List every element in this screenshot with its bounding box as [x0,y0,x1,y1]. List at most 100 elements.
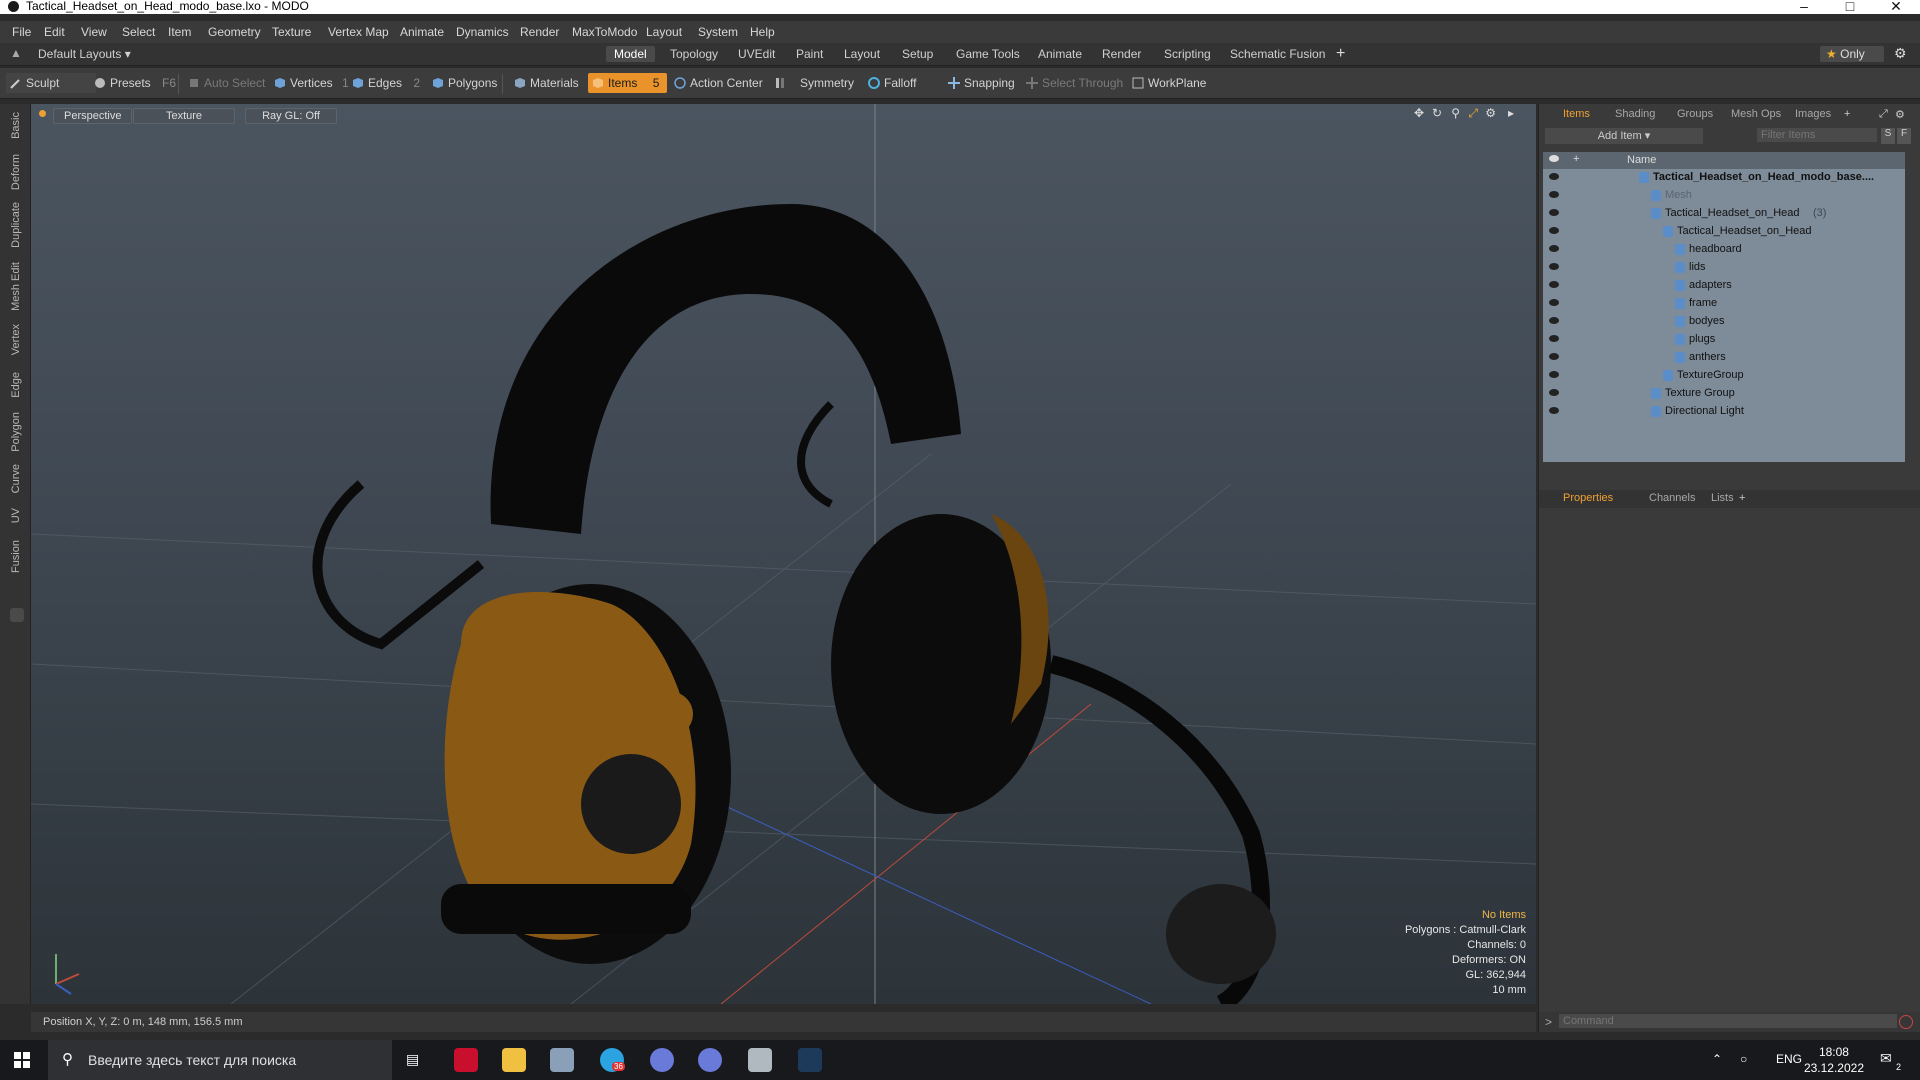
add-panel-tab-icon[interactable]: + [1844,108,1850,120]
vtab-mesh-edit[interactable]: Mesh Edit [10,262,22,311]
menu-item[interactable]: Item [168,25,191,39]
item-tree-row[interactable]: bodyes [1543,313,1905,331]
tab-model[interactable]: Model [606,46,655,62]
tab-paint[interactable]: Paint [788,46,831,62]
items-button[interactable]: Items 5 [588,73,668,93]
item-tree-row[interactable]: Directional Light [1543,403,1905,421]
tray-chevron-icon[interactable]: ⌃ [1712,1052,1722,1066]
paint-icon[interactable] [550,1048,574,1072]
item-tree-row[interactable]: Mesh [1543,187,1905,205]
menu-edit[interactable]: Edit [44,25,65,39]
polygons-button[interactable]: Polygons [428,73,497,93]
add-item-dropdown[interactable]: Add Item ▾ [1545,128,1703,144]
snapping-button[interactable]: Snapping [944,73,1015,93]
panel-expand-icon[interactable]: ⤢ [1879,108,1888,121]
menu-animate[interactable]: Animate [400,25,444,39]
visibility-eye-icon[interactable] [1549,209,1559,216]
item-tree-row[interactable]: adapters [1543,277,1905,295]
filter-f-button[interactable]: F [1897,128,1911,144]
left-panel-toggle[interactable] [10,608,24,622]
modo-taskbar-icon[interactable] [798,1048,822,1072]
menu-texture[interactable]: Texture [272,25,311,39]
vtab-deform[interactable]: Deform [10,154,22,190]
visibility-eye-icon[interactable] [1549,353,1559,360]
item-tree-row[interactable]: frame [1543,295,1905,313]
item-tree-row[interactable]: Tactical_Headset_on_Head_modo_base.... [1543,169,1905,187]
visibility-eye-icon[interactable] [1549,335,1559,342]
visibility-eye-icon[interactable] [1549,389,1559,396]
panel-settings-icon[interactable]: ⚙ [1895,108,1905,121]
item-tree-row[interactable]: Tactical_Headset_on_Head (3) [1543,205,1905,223]
menu-vertex-map[interactable]: Vertex Map [328,25,389,39]
filter-s-button[interactable]: S [1881,128,1895,144]
falloff-button[interactable]: Falloff [864,73,916,93]
filter-items-input[interactable] [1757,128,1877,142]
tab-render[interactable]: Render [1094,46,1149,62]
item-tree-row[interactable]: lids [1543,259,1905,277]
item-tree-row[interactable]: headboard [1543,241,1905,259]
minimize-icon[interactable]: – [1784,0,1824,14]
default-layouts-dropdown[interactable]: Default Layouts ▾ [38,47,131,61]
network-icon[interactable]: ○ [1740,1052,1747,1066]
command-record-icon[interactable] [1899,1015,1913,1029]
item-tree-row[interactable]: Tactical_Headset_on_Head [1543,223,1905,241]
3d-viewport[interactable]: Perspective Texture Ray GL: Off ✥ ↻ ⚲ ⤢ … [31,104,1536,1004]
materials-button[interactable]: Materials [510,73,579,93]
menu-system[interactable]: System [698,25,738,39]
tab-topology[interactable]: Topology [662,46,726,62]
item-tree-row[interactable]: Texture Group [1543,385,1905,403]
command-input[interactable] [1559,1014,1897,1028]
visibility-eye-icon[interactable] [1549,317,1559,324]
layout-pin-icon[interactable]: ▲ [10,46,22,60]
vtab-vertex[interactable]: Vertex [10,324,22,355]
tab-layout[interactable]: Layout [836,46,888,62]
visibility-eye-icon[interactable] [1549,299,1559,306]
tab-properties[interactable]: Properties [1563,492,1613,504]
workplane-button[interactable]: WorkPlane [1128,73,1206,93]
visibility-eye-icon[interactable] [1549,407,1559,414]
tab-uvedit[interactable]: UVEdit [730,46,783,62]
menu-geometry[interactable]: Geometry [208,25,261,39]
menu-file[interactable]: File [12,25,31,39]
notifications-icon[interactable]: ✉ [1880,1050,1892,1067]
item-tree-row[interactable]: TextureGroup [1543,367,1905,385]
tab-mesh-ops[interactable]: Mesh Ops [1731,108,1781,120]
sculpt-button[interactable]: Sculpt [6,73,96,93]
app-icon-2[interactable] [698,1048,722,1072]
auto-select-button[interactable]: Auto Select [184,73,265,93]
menu-dynamics[interactable]: Dynamics [456,25,509,39]
app-icon-3[interactable] [748,1048,772,1072]
windows-start-icon[interactable] [14,1052,30,1068]
menu-select[interactable]: Select [122,25,155,39]
tab-groups[interactable]: Groups [1677,108,1713,120]
name-column-header[interactable]: Name [1627,154,1656,166]
vtab-uv[interactable]: UV [10,508,22,523]
tab-scripting[interactable]: Scripting [1156,46,1219,62]
tab-channels[interactable]: Channels [1649,492,1695,504]
visibility-eye-icon[interactable] [1549,371,1559,378]
tab-lists[interactable]: Lists [1711,492,1734,504]
visibility-eye-icon[interactable] [1549,263,1559,270]
close-icon[interactable]: ✕ [1876,0,1916,14]
taskbar-search[interactable]: ⚲ Введите здесь текст для поиска [48,1040,392,1080]
clock[interactable]: 18:08 23.12.2022 [1804,1044,1864,1076]
app-icon-1[interactable] [650,1048,674,1072]
visibility-eye-icon[interactable] [1549,281,1559,288]
item-list[interactable]: + Name Tactical_Headset_on_Head_modo_bas… [1543,152,1905,462]
maximize-icon[interactable]: □ [1830,0,1870,14]
vtab-curve[interactable]: Curve [10,464,22,493]
select-through-button[interactable]: Select Through [1022,73,1123,93]
visibility-eye-icon[interactable] [1549,227,1559,234]
presets-button[interactable]: Presets F6 [90,73,176,93]
tab-game-tools[interactable]: Game Tools [948,46,1028,62]
add-properties-tab-icon[interactable]: + [1739,492,1745,504]
tab-animate[interactable]: Animate [1030,46,1090,62]
menu-maxtomodo[interactable]: MaxToModo [572,25,637,39]
settings-gear-icon[interactable]: ⚙ [1894,45,1907,62]
visibility-eye-icon[interactable] [1549,191,1559,198]
opera-icon[interactable] [454,1048,478,1072]
tab-images[interactable]: Images [1795,108,1831,120]
item-tree-row[interactable]: anthers [1543,349,1905,367]
menu-layout[interactable]: Layout [646,25,682,39]
item-tree-row[interactable]: plugs [1543,331,1905,349]
